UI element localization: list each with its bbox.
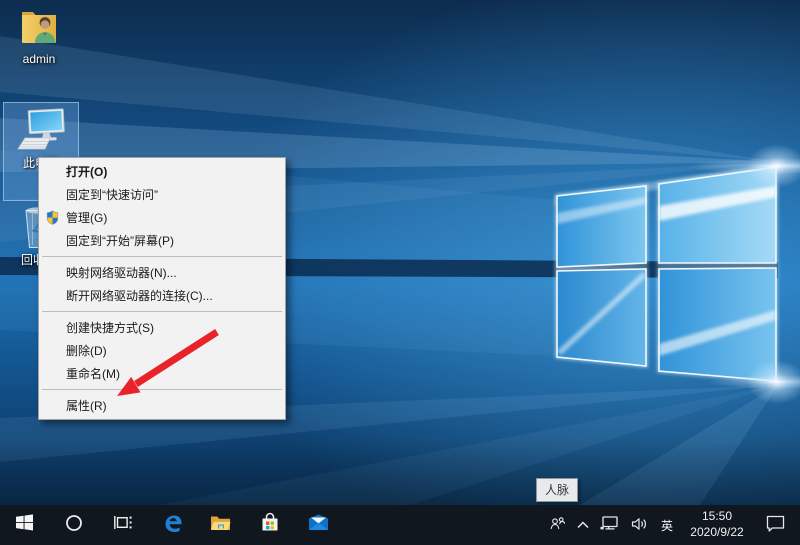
mail-button[interactable] bbox=[294, 505, 343, 545]
show-hidden-icons-button[interactable] bbox=[572, 505, 594, 545]
red-arrow-annotation bbox=[105, 320, 235, 408]
desktop-icon-label: admin bbox=[23, 53, 56, 67]
clock-time: 15:50 bbox=[702, 509, 732, 525]
edge-button[interactable] bbox=[147, 505, 196, 545]
network-tray-button[interactable] bbox=[594, 505, 624, 545]
this-pc-icon bbox=[12, 108, 70, 155]
people-tray-button[interactable] bbox=[542, 505, 572, 545]
store-icon bbox=[260, 512, 280, 538]
user-folder-icon bbox=[20, 8, 58, 51]
mail-icon bbox=[308, 514, 329, 536]
task-view-button[interactable] bbox=[98, 505, 147, 545]
menu-separator bbox=[42, 256, 282, 257]
speaker-icon bbox=[631, 517, 648, 534]
menu-item-disconnect-network-drive[interactable]: 断开网络驱动器的连接(C)... bbox=[39, 284, 285, 307]
menu-item-manage[interactable]: 管理(G) bbox=[39, 206, 285, 229]
desktop-icon-admin[interactable]: admin bbox=[10, 8, 68, 67]
windows-logo-icon bbox=[16, 514, 33, 536]
menu-item-pin-to-quick-access[interactable]: 固定到“快速访问” bbox=[39, 183, 285, 206]
store-button[interactable] bbox=[245, 505, 294, 545]
menu-item-map-network-drive[interactable]: 映射网络驱动器(N)... bbox=[39, 261, 285, 284]
task-view-icon bbox=[114, 514, 132, 536]
menu-item-pin-to-start[interactable]: 固定到“开始”屏幕(P) bbox=[39, 229, 285, 252]
action-center-button[interactable] bbox=[754, 505, 796, 545]
people-tooltip: 人脉 bbox=[536, 478, 578, 502]
ime-indicator[interactable]: 英 bbox=[654, 505, 680, 545]
uac-shield-icon bbox=[45, 210, 60, 228]
edge-icon bbox=[161, 512, 183, 539]
menu-item-open[interactable]: 打开(O) bbox=[39, 160, 285, 183]
menu-separator bbox=[42, 311, 282, 312]
chevron-up-icon bbox=[577, 518, 589, 532]
network-icon bbox=[600, 516, 618, 534]
start-button[interactable] bbox=[0, 505, 49, 545]
search-circle-icon bbox=[65, 514, 83, 537]
file-explorer-button[interactable] bbox=[196, 505, 245, 545]
clock[interactable]: 15:50 2020/9/22 bbox=[680, 505, 754, 545]
clock-date: 2020/9/22 bbox=[690, 525, 743, 541]
file-explorer-icon bbox=[210, 514, 231, 537]
cortana-search-button[interactable] bbox=[49, 505, 98, 545]
action-center-icon bbox=[766, 515, 785, 535]
volume-tray-button[interactable] bbox=[624, 505, 654, 545]
people-icon bbox=[550, 516, 565, 534]
taskbar: 英 15:50 2020/9/22 bbox=[0, 505, 800, 545]
system-tray: 英 15:50 2020/9/22 bbox=[542, 505, 800, 545]
